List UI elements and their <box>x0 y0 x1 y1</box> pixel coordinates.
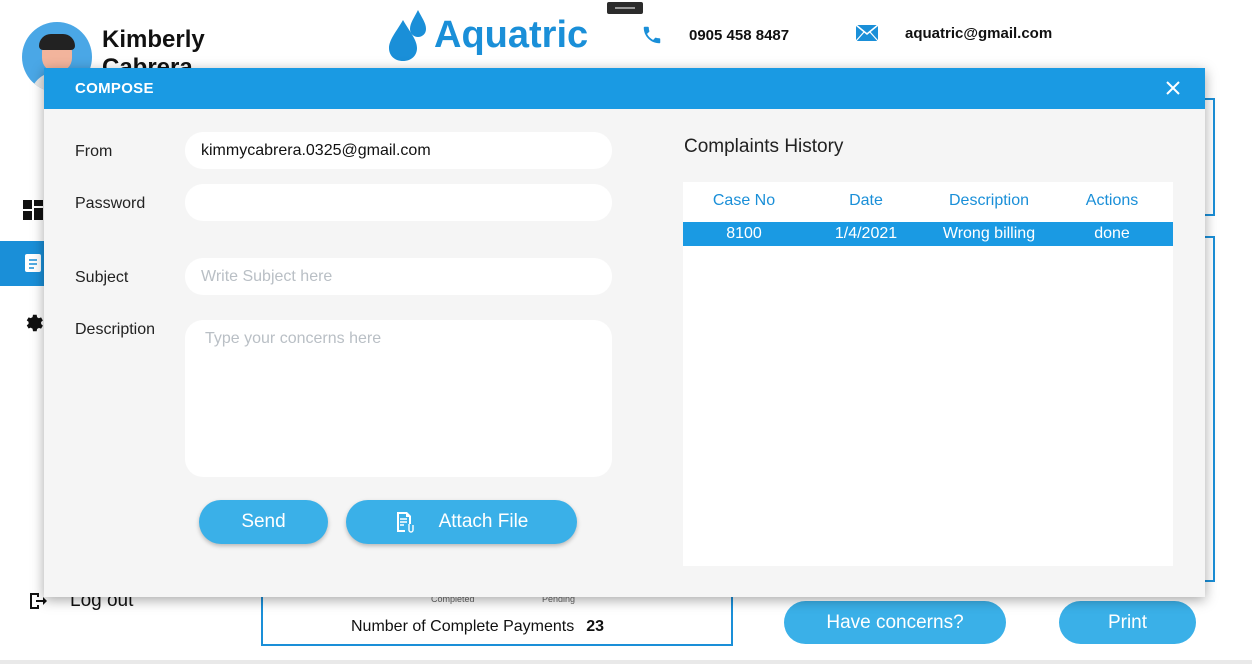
from-field[interactable] <box>185 132 612 169</box>
send-button[interactable]: Send <box>199 500 328 544</box>
attach-file-button[interactable]: Attach File <box>346 500 577 544</box>
brand-name: Aquatric <box>434 13 589 56</box>
user-first-name: Kimberly <box>102 26 205 53</box>
phone-icon <box>643 26 661 44</box>
contact-email: aquatric@gmail.com <box>855 24 1052 42</box>
complete-payments-count: 23 <box>586 618 604 635</box>
mail-icon <box>855 24 879 42</box>
complete-payments-label: Number of Complete Payments <box>351 618 575 635</box>
cell-case-no: 8100 <box>726 225 762 242</box>
compose-modal: COMPOSE From Password Subject Descriptio… <box>44 68 1205 597</box>
brand-logo: Aquatric <box>386 8 588 62</box>
complaints-history-table: Case No Date Description Actions 8100 1/… <box>683 182 1173 566</box>
password-field[interactable] <box>185 184 612 221</box>
description-field[interactable] <box>185 320 612 477</box>
subject-label: Subject <box>75 269 129 286</box>
phone-number: 0905 458 8487 <box>689 26 790 44</box>
cell-action: done <box>1094 225 1130 242</box>
attach-file-icon <box>396 512 414 533</box>
column-header[interactable]: Case No <box>683 192 805 214</box>
modal-header: COMPOSE <box>44 68 1205 109</box>
subject-field[interactable] <box>185 258 612 295</box>
cell-date: 1/4/2021 <box>834 225 898 242</box>
column-header[interactable]: Description <box>927 192 1051 214</box>
document-icon <box>25 254 41 272</box>
dashboard-icon[interactable] <box>22 199 44 221</box>
close-icon[interactable] <box>1163 78 1183 98</box>
table-row[interactable]: 8100 1/4/2021 Wrong billing done <box>683 222 1173 246</box>
print-button[interactable]: Print <box>1059 601 1196 644</box>
column-header[interactable]: Date <box>805 192 927 214</box>
email-address: aquatric@gmail.com <box>905 24 1053 42</box>
water-drop-icon <box>389 10 426 61</box>
column-header[interactable]: Actions <box>1051 192 1173 214</box>
attach-file-label: Attach File <box>438 511 529 532</box>
payments-summary: Completed Pending Number of Complete Pay… <box>261 590 733 646</box>
cell-description: Wrong billing <box>942 225 1036 242</box>
have-concerns-button[interactable]: Have concerns? <box>784 601 1006 644</box>
table-header: Case No Date Description Actions <box>683 192 1173 214</box>
gear-icon[interactable] <box>22 312 44 334</box>
window-drag-handle[interactable] <box>607 2 643 14</box>
password-label: Password <box>75 195 146 212</box>
modal-title: COMPOSE <box>75 80 154 97</box>
send-label: Send <box>241 511 286 532</box>
complete-payments-line: Number of Complete Payments 23 <box>351 618 604 636</box>
from-label: From <box>75 143 113 160</box>
complaints-history-title: Complaints History <box>684 136 844 157</box>
description-label: Description <box>75 321 156 338</box>
contact-phone: 0905 458 8487 <box>641 24 789 46</box>
bottom-divider <box>0 660 1252 664</box>
sidebar-item-complaints[interactable] <box>0 241 44 286</box>
